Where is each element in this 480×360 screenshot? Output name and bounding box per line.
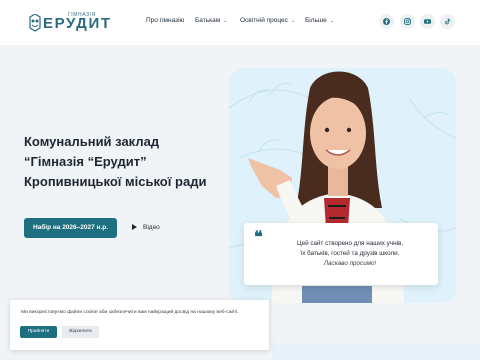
accept-cookies-button[interactable]: Прийняти <box>20 326 57 338</box>
chevron-down-icon: ⌄ <box>223 18 228 24</box>
site-logo[interactable]: ГІМНАЗІЯ ЕРУДИТ <box>28 12 124 34</box>
logo-title: ЕРУДИТ <box>43 15 112 32</box>
admission-button[interactable]: Набір на 2026–2027 н.р. <box>24 218 117 238</box>
tiktok-icon[interactable] <box>440 14 455 29</box>
nav-item-label: Батькам <box>195 17 221 24</box>
nav-item-label: Освітній процес <box>240 17 288 24</box>
instagram-icon[interactable] <box>400 14 415 29</box>
reject-cookies-button[interactable]: Відхилити <box>62 326 99 338</box>
owl-logo-icon <box>29 14 41 32</box>
nav-item-about[interactable]: Про гімназію <box>146 17 184 24</box>
cookie-banner <box>10 300 269 350</box>
facebook-icon[interactable] <box>379 14 394 29</box>
nav-item-label: Більше <box>305 17 327 24</box>
next-section-edge <box>272 343 480 360</box>
chevron-down-icon: ⌄ <box>329 18 334 24</box>
nav-item-parents[interactable]: Батькам ⌄ <box>195 17 227 24</box>
youtube-icon[interactable] <box>420 14 435 29</box>
nav-item-label: Про гімназію <box>146 17 185 24</box>
play-icon <box>132 223 137 230</box>
nav-item-more[interactable]: Більше ⌄ <box>305 17 334 24</box>
quote-icon: ❝ <box>254 227 263 246</box>
cookie-text: Ми використовуємо файли cookie аби забез… <box>21 310 239 315</box>
hero-title-line-1: Комунальний заклад <box>24 134 160 149</box>
nav-item-education[interactable]: Освітній процес ⌄ <box>240 17 295 24</box>
chevron-down-icon: ⌄ <box>290 18 296 24</box>
quote-line-1: Цей сайт створено для наших учнів, <box>296 240 404 247</box>
quote-line-2: їх батьків, гостей та друзів школи. <box>300 250 400 257</box>
video-link[interactable]: Відео <box>132 222 160 234</box>
hero-title-line-3: Кропивницької міської ради <box>24 174 207 189</box>
quote-line-3: Ласкаво просимо! <box>323 260 377 267</box>
hero-title-line-2: “Гімназія “Ерудит” <box>24 154 147 169</box>
video-label: Відео <box>143 224 160 231</box>
